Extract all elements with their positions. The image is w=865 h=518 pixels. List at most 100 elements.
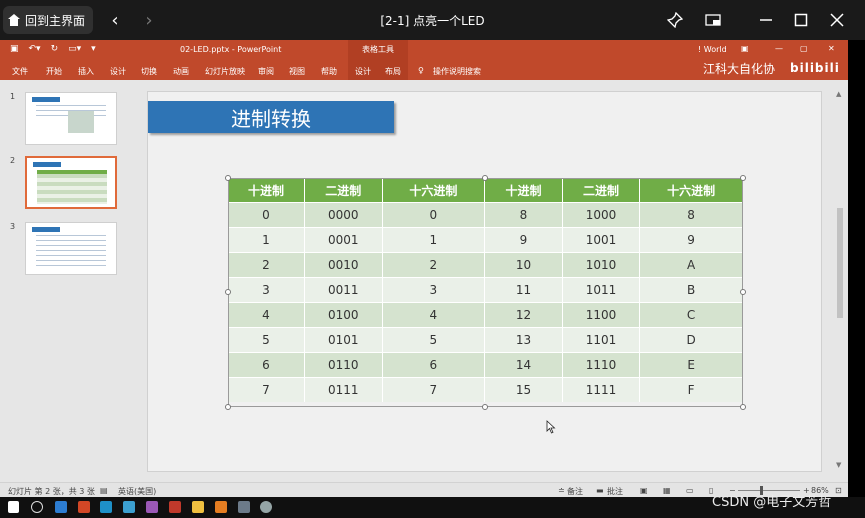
tab-view[interactable]: 视图 [289,66,305,77]
header-cell[interactable]: 二进制 [304,179,383,202]
spellcheck-icon[interactable]: ▤ [100,486,108,495]
powerpoint-icon[interactable] [78,501,90,513]
header-cell[interactable]: 十六进制 [639,179,743,202]
scroll-up-icon[interactable]: ▲ [836,90,841,98]
minimize-icon[interactable] [754,8,778,32]
table-cell[interactable]: 0010 [304,251,383,277]
table-cell[interactable]: 9 [484,226,563,252]
edge-icon[interactable] [55,501,67,513]
resize-handle[interactable] [225,175,231,181]
table-cell[interactable]: 0 [228,201,305,227]
table-cell[interactable]: 1011 [562,276,641,302]
fit-slide-icon[interactable]: ⊡ [835,486,842,495]
table-cell[interactable]: 1100 [562,301,641,327]
resize-handle[interactable] [225,404,231,410]
table-cell[interactable]: 3 [382,276,486,302]
resize-handle[interactable] [740,404,746,410]
table-cell[interactable]: B [639,276,743,302]
table-cell[interactable]: 0100 [304,301,383,327]
table-cell[interactable]: 14 [484,351,563,377]
table-cell[interactable]: 8 [484,201,563,227]
table-cell[interactable]: 10 [484,251,563,277]
table-cell[interactable]: 1000 [562,201,641,227]
table-cell[interactable]: 1010 [562,251,641,277]
table-cell[interactable]: 5 [382,326,486,352]
comments-icon[interactable]: ▬ [596,486,604,495]
notes-button[interactable]: 备注 [567,486,583,497]
slide-thumbnail-3[interactable] [25,222,117,275]
comments-button[interactable]: 批注 [607,486,623,497]
tab-design[interactable]: 设计 [110,66,126,77]
table-cell[interactable]: 1 [228,226,305,252]
vertical-scrollbar[interactable]: ▲ ▼ [835,88,845,472]
table-cell[interactable]: 1001 [562,226,641,252]
table-cell[interactable]: A [639,251,743,277]
save-icon[interactable]: ▣ [10,44,19,54]
table-cell[interactable]: 1110 [562,351,641,377]
maximize-icon[interactable] [789,8,813,32]
tab-table-design[interactable]: 设计 [355,66,371,77]
pin-icon[interactable] [663,8,687,32]
resize-handle[interactable] [482,404,488,410]
scrollbar-thumb[interactable] [837,208,843,318]
table-cell[interactable]: 0110 [304,351,383,377]
slide-canvas[interactable]: 进制转换 十进制 二进制 十六进制 十进制 二进制 十六进制 0 0000 0 … [147,91,822,472]
header-cell[interactable]: 十进制 [228,179,305,202]
slide-title[interactable]: 进制转换 [148,101,394,133]
slide-thumbnail-2[interactable] [25,156,117,209]
customize-icon[interactable]: ▾ [91,44,96,54]
close-icon[interactable] [825,8,849,32]
table-cell[interactable]: F [639,376,743,402]
table-cell[interactable]: 8 [639,201,743,227]
table-cell[interactable]: 9 [639,226,743,252]
tab-insert[interactable]: 插入 [78,66,94,77]
table-cell[interactable]: 7 [228,376,305,402]
slide-thumbnail-1[interactable] [25,92,117,145]
table-cell[interactable]: 0111 [304,376,383,402]
table-cell[interactable]: 5 [228,326,305,352]
table-cell[interactable]: 0011 [304,276,383,302]
table-cell[interactable]: 11 [484,276,563,302]
ppt-close-icon[interactable]: ✕ [828,44,835,53]
ppt-minimize-icon[interactable]: — [775,44,783,53]
header-cell[interactable]: 十进制 [484,179,563,202]
scroll-down-icon[interactable]: ▼ [836,461,841,469]
table-cell[interactable]: 6 [228,351,305,377]
slide-sorter-icon[interactable]: ▦ [663,486,671,495]
table-cell[interactable]: 12 [484,301,563,327]
table-cell[interactable]: 0101 [304,326,383,352]
tab-home[interactable]: 开始 [46,66,62,77]
tab-animations[interactable]: 动画 [173,66,189,77]
table-cell[interactable]: 0000 [304,201,383,227]
normal-view-icon[interactable]: ▣ [640,486,648,495]
app-icon[interactable] [100,501,112,513]
tab-file[interactable]: 文件 [12,66,28,77]
resize-handle[interactable] [740,175,746,181]
tab-review[interactable]: 审阅 [258,66,274,77]
chevron-left-icon[interactable]: ‹ [103,8,127,32]
table-cell[interactable]: 1101 [562,326,641,352]
app-icon[interactable] [146,501,158,513]
picture-in-picture-icon[interactable] [701,8,725,32]
table-cell[interactable]: 2 [228,251,305,277]
start-icon[interactable] [8,501,19,513]
tab-table-layout[interactable]: 布局 [385,66,401,77]
home-button[interactable]: 回到主界面 [3,6,93,34]
app-icon[interactable] [238,501,250,513]
resize-handle[interactable] [482,175,488,181]
redo-icon[interactable]: ↻ [51,44,59,54]
ribbon-display-icon[interactable]: ▣ [741,44,749,53]
conversion-table[interactable]: 十进制 二进制 十六进制 十进制 二进制 十六进制 0 0000 0 8 100… [228,179,743,402]
table-cell[interactable]: 0001 [304,226,383,252]
table-cell[interactable]: E [639,351,743,377]
table-cell[interactable]: 15 [484,376,563,402]
ppt-restore-icon[interactable]: ▢ [800,44,808,53]
language-indicator[interactable]: 英语(美国) [118,486,156,497]
notes-icon[interactable]: ≐ [558,486,565,495]
user-name[interactable]: ! World [698,45,727,54]
app-icon[interactable] [215,501,227,513]
table-cell[interactable]: 4 [382,301,486,327]
table-cell[interactable]: 3 [228,276,305,302]
table-cell[interactable]: 2 [382,251,486,277]
app-icon[interactable] [260,501,272,513]
